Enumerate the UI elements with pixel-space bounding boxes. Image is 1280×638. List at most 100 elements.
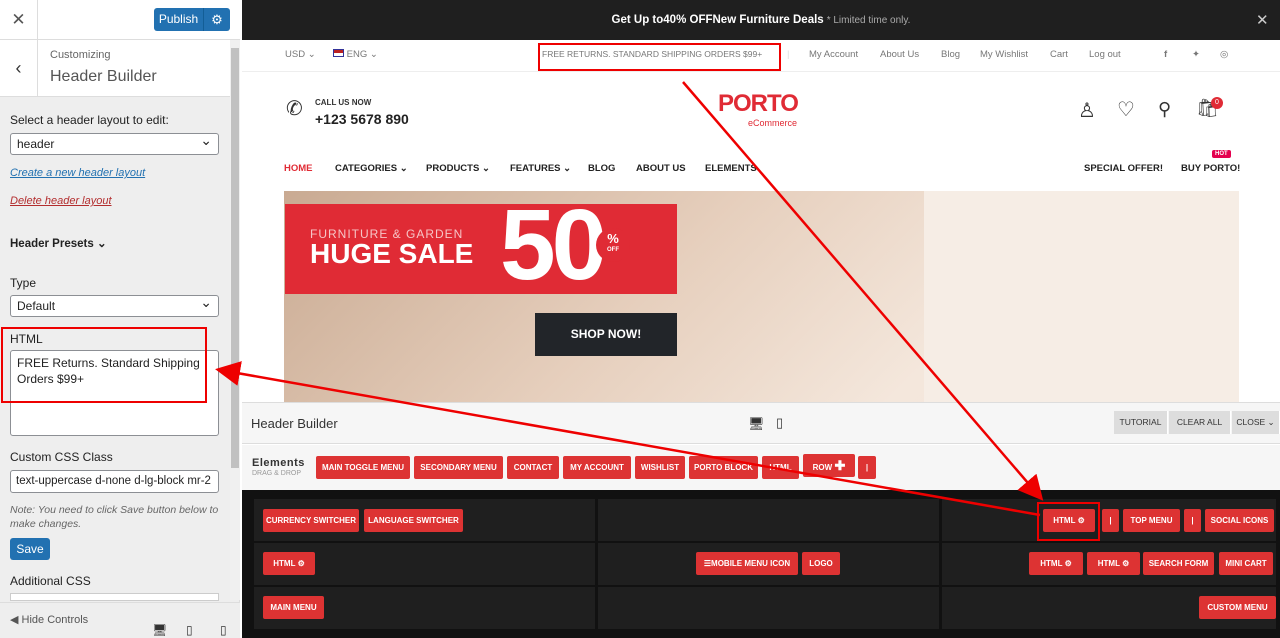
- mobile-icon[interactable]: ▯: [220, 623, 227, 637]
- block-label: HTML: [1040, 559, 1063, 568]
- type-label: Type: [10, 276, 37, 290]
- block-mini-cart[interactable]: MINI CART: [1219, 552, 1273, 575]
- block-search-form[interactable]: SEARCH FORM: [1143, 552, 1214, 575]
- nav-special-offer[interactable]: SPECIAL OFFER!: [1084, 163, 1163, 174]
- block-social-icons[interactable]: SOCIAL ICONS: [1205, 509, 1274, 532]
- nav-buy-porto[interactable]: BUY PORTO!: [1181, 163, 1240, 174]
- block-logo[interactable]: LOGO: [802, 552, 840, 575]
- currency-switcher[interactable]: USD ⌄: [285, 49, 316, 60]
- css-class-input[interactable]: text-uppercase d-none d-lg-block mr-2: [10, 470, 219, 493]
- call-us-label: CALL US NOW: [315, 98, 372, 107]
- css-class-label: Custom CSS Class: [10, 450, 113, 464]
- create-layout-link[interactable]: Create a new header layout: [10, 167, 145, 179]
- builder-title: Header Builder: [251, 416, 338, 431]
- block-divider[interactable]: |: [1184, 509, 1201, 532]
- banner-close-icon[interactable]: ✕: [1256, 11, 1269, 29]
- nav-item-categories[interactable]: CATEGORIES ⌄: [335, 163, 408, 174]
- nav-item-products[interactable]: PRODUCTS ⌄: [426, 163, 490, 174]
- banner-text: Get Up to: [611, 14, 664, 26]
- topbar-link[interactable]: My Account: [809, 49, 858, 60]
- language-switcher[interactable]: ENG ⌄: [333, 49, 378, 60]
- hot-badge: HOT: [1212, 150, 1231, 158]
- banner-discount: 40% OFF: [663, 14, 713, 26]
- block-top-menu[interactable]: TOP MENU: [1123, 509, 1180, 532]
- logo[interactable]: PORTO: [718, 90, 799, 118]
- nav-label: PRODUCTS: [426, 163, 480, 174]
- search-icon[interactable]: ⚲: [1158, 99, 1171, 120]
- close-builder-button[interactable]: CLOSE ⌄: [1232, 411, 1280, 434]
- block-html[interactable]: HTML ⚙: [263, 552, 315, 575]
- topbar-link[interactable]: Cart: [1050, 49, 1068, 60]
- block-mobile-menu-icon[interactable]: ☰MOBILE MENU ICON: [696, 552, 798, 575]
- nav-item-blog[interactable]: BLOG: [588, 163, 615, 174]
- block-language-switcher[interactable]: LANGUAGE SWITCHER: [364, 509, 463, 532]
- save-note: Note: You need to click Save button belo…: [10, 504, 219, 530]
- nav-item-about[interactable]: ABOUT US: [636, 163, 686, 174]
- element-wishlist[interactable]: WISHLIST: [635, 456, 685, 479]
- block-custom-menu[interactable]: CUSTOM MENU: [1199, 596, 1276, 619]
- tutorial-button[interactable]: TUTORIAL: [1114, 411, 1168, 434]
- nav-item-home[interactable]: HOME: [284, 163, 313, 174]
- element-my-account[interactable]: MY ACCOUNT: [563, 456, 631, 479]
- block-divider[interactable]: |: [1102, 509, 1119, 532]
- block-html[interactable]: HTML ⚙: [1029, 552, 1083, 575]
- close-icon[interactable]: ✕: [0, 0, 38, 40]
- element-html[interactable]: HTML: [762, 456, 799, 479]
- section-title: Header Builder: [50, 68, 157, 85]
- back-arrow-icon[interactable]: ‹: [0, 40, 38, 97]
- element-main-toggle-menu[interactable]: MAIN TOGGLE MENU: [316, 456, 410, 479]
- phone-icon: ✆: [286, 98, 303, 120]
- additional-css-label: Additional CSS: [10, 574, 91, 588]
- nav-label: CATEGORIES: [335, 163, 398, 174]
- plus-icon: ✚: [834, 458, 846, 473]
- user-icon[interactable]: ♙: [1078, 98, 1096, 123]
- tablet-view-icon[interactable]: ▯: [776, 415, 783, 431]
- element-contact[interactable]: CONTACT: [507, 456, 559, 479]
- banner-note: * Limited time only.: [826, 14, 911, 26]
- block-currency-switcher[interactable]: CURRENCY SWITCHER: [263, 509, 359, 532]
- banner-text-end: New Furniture Deals: [712, 14, 824, 26]
- block-html[interactable]: HTML ⚙: [1087, 552, 1140, 575]
- block-label: HTML: [273, 559, 296, 568]
- instagram-icon[interactable]: ◎: [1220, 49, 1228, 60]
- twitter-icon[interactable]: ✦: [1192, 49, 1200, 60]
- publish-button[interactable]: Publish ⚙: [154, 8, 230, 31]
- element-row[interactable]: ROW ✚: [803, 454, 855, 477]
- desktop-icon[interactable]: 🖥: [152, 623, 167, 637]
- shop-now-button[interactable]: SHOP NOW!: [535, 313, 677, 356]
- hide-controls-button[interactable]: ◀ Hide Controls: [10, 613, 88, 626]
- scrollbar-thumb[interactable]: [231, 48, 239, 468]
- element-porto-block[interactable]: PORTO BLOCK: [689, 456, 758, 479]
- topbar-link[interactable]: Blog: [941, 49, 960, 60]
- hide-controls-label: Hide Controls: [21, 614, 89, 626]
- nav-label: FEATURES: [510, 163, 561, 174]
- topbar-link[interactable]: Log out: [1089, 49, 1121, 60]
- nav-item-elements[interactable]: ELEMENTS: [705, 163, 757, 174]
- publish-label[interactable]: Publish: [154, 8, 204, 31]
- element-secondary-menu[interactable]: SECONDARY MENU: [414, 456, 503, 479]
- customizing-label: Customizing: [50, 49, 111, 61]
- facebook-icon[interactable]: f: [1164, 49, 1167, 60]
- gear-icon[interactable]: ⚙: [204, 12, 230, 28]
- hero-heading: HUGE SALE: [310, 238, 474, 269]
- block-main-menu[interactable]: MAIN MENU: [263, 596, 324, 619]
- phone-number: +123 5678 890: [315, 111, 409, 127]
- element-divider[interactable]: |: [858, 456, 876, 479]
- type-select[interactable]: Default: [10, 294, 219, 317]
- nav-item-features[interactable]: FEATURES ⌄: [510, 163, 571, 174]
- topbar-link[interactable]: My Wishlist: [980, 49, 1028, 60]
- chevron-down-icon: ⌄: [96, 238, 107, 250]
- gear-icon: ⚙: [1064, 559, 1072, 568]
- topbar-link[interactable]: About Us: [880, 49, 919, 60]
- clear-all-button[interactable]: CLEAR ALL: [1169, 411, 1231, 434]
- delete-layout-link[interactable]: Delete header layout: [10, 195, 112, 207]
- tablet-icon[interactable]: ▯: [186, 623, 193, 637]
- layout-select[interactable]: header: [10, 132, 219, 155]
- save-button[interactable]: Save: [10, 538, 50, 560]
- desktop-view-icon[interactable]: 🖥: [748, 416, 765, 432]
- additional-css-editor[interactable]: [10, 593, 219, 601]
- presets-toggle[interactable]: Header Presets ⌄: [10, 236, 107, 250]
- percent-badge: % OFF: [596, 228, 630, 262]
- heart-icon[interactable]: ♡: [1117, 97, 1135, 122]
- gear-icon: ⚙: [1122, 559, 1130, 568]
